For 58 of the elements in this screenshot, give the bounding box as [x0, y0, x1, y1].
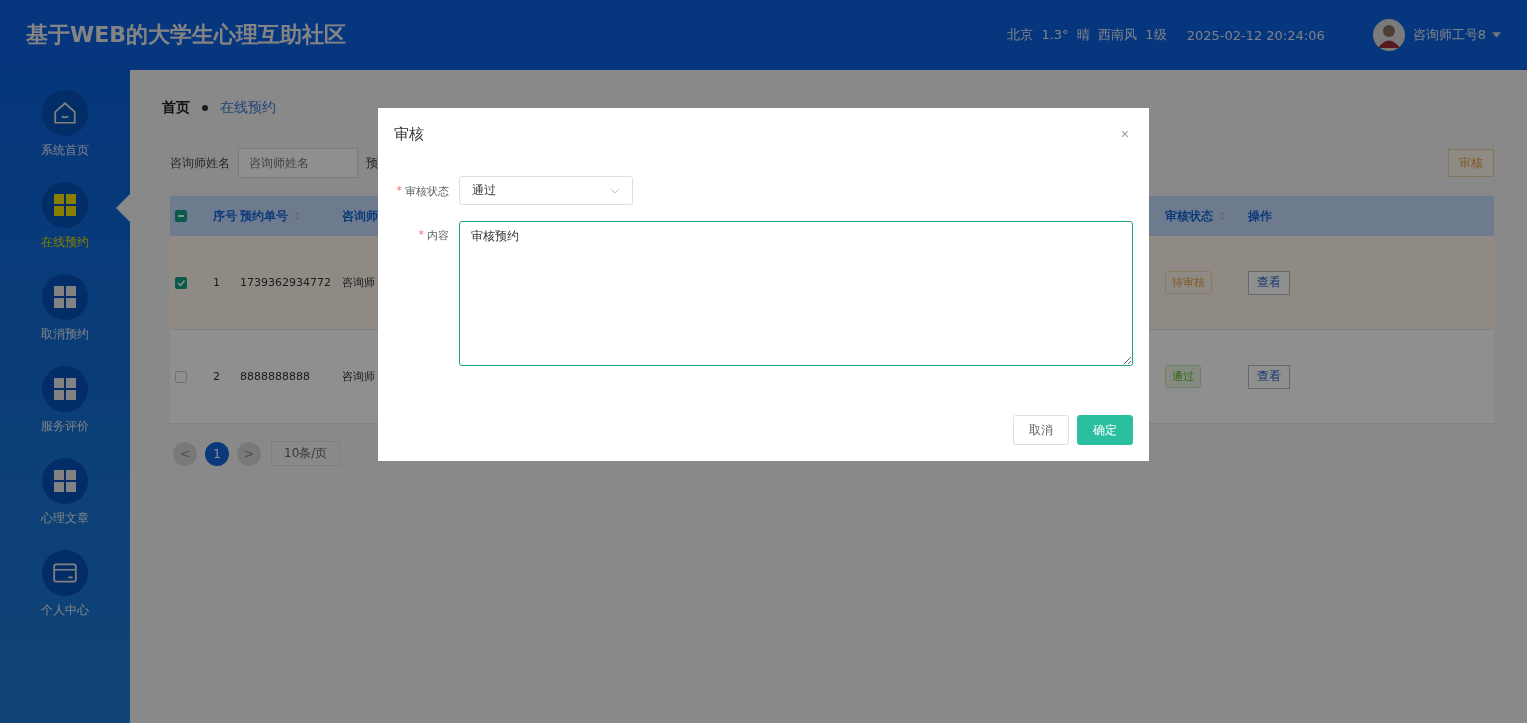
- user-name[interactable]: 咨询师工号8: [1412, 26, 1486, 44]
- table-cell: 咨询师: [342, 369, 375, 384]
- search-label: 咨询师姓名: [170, 154, 230, 172]
- grid-icon: [53, 193, 77, 217]
- field-label: 审核状态: [405, 184, 449, 200]
- page-button[interactable]: 1: [205, 441, 229, 466]
- next-page-button[interactable]: >: [237, 441, 261, 466]
- row-checkbox[interactable]: [175, 276, 187, 289]
- search-field[interactable]: 咨询师姓名: [238, 148, 358, 178]
- cancel-button[interactable]: 取消: [1013, 415, 1069, 445]
- column-header: 操作: [1248, 207, 1272, 225]
- select-all-checkbox[interactable]: [175, 210, 187, 222]
- field-label: 内容: [427, 228, 449, 244]
- row-checkbox[interactable]: [175, 370, 187, 383]
- sidebar-item[interactable]: 系统首页: [0, 90, 130, 182]
- breadcrumb-link[interactable]: 在线预约: [220, 99, 276, 117]
- status-tag: 待审核: [1165, 271, 1212, 294]
- confirm-button[interactable]: 确定: [1077, 415, 1133, 445]
- breadcrumb-link[interactable]: 首页: [162, 99, 190, 117]
- datetime-text: 2025-02-12 20:24:06: [1186, 27, 1325, 43]
- table-cell: 8888888888: [240, 370, 310, 383]
- table-cell: 咨询师: [342, 275, 375, 290]
- close-button[interactable]: ×: [1116, 126, 1133, 142]
- table-cell: 1: [213, 276, 220, 289]
- page-size-select[interactable]: 10条/页: [271, 441, 341, 466]
- status-select[interactable]: 通过: [459, 176, 633, 205]
- review-button[interactable]: 审核: [1448, 149, 1494, 177]
- column-header: 审核状态: [1165, 207, 1213, 225]
- sidebar-item[interactable]: 取消预约: [0, 274, 130, 366]
- grid-icon: [53, 285, 77, 309]
- required-mark: *: [418, 228, 424, 243]
- weather-text: 北京 1.3° 晴 西南风 1级: [1007, 26, 1167, 44]
- content-textarea[interactable]: 审核预约: [459, 221, 1133, 366]
- column-header: 预约单号: [240, 207, 288, 225]
- table-cell: 1739362934772: [240, 276, 331, 289]
- sidebar-item[interactable]: 服务评价: [0, 366, 130, 458]
- card-icon: [52, 560, 78, 586]
- grid-icon: [53, 377, 77, 401]
- status-tag: 通过: [1165, 365, 1201, 388]
- prev-page-button[interactable]: <: [173, 441, 197, 466]
- avatar-icon[interactable]: [1372, 19, 1405, 51]
- table-cell: 2: [213, 370, 220, 383]
- grid-icon: [53, 469, 77, 493]
- caret-icon[interactable]: [1492, 32, 1501, 38]
- site-title: 基于WEB的大学生心理互助社区: [26, 21, 347, 49]
- home-icon: [52, 100, 78, 126]
- column-header: 咨询师: [342, 207, 378, 225]
- column-header: 序号: [213, 207, 237, 225]
- chevron-icon[interactable]: [610, 187, 620, 194]
- dialog-title: 审核: [394, 124, 424, 144]
- active-pointer: [116, 194, 130, 222]
- sidebar-item[interactable]: 心理文章: [0, 458, 130, 550]
- sidebar-item[interactable]: 个人中心: [0, 550, 130, 642]
- view-button[interactable]: 查看: [1248, 270, 1290, 295]
- required-mark: *: [396, 184, 402, 199]
- view-button[interactable]: 查看: [1248, 364, 1290, 389]
- search-label: 预: [366, 154, 378, 172]
- sidebar-item[interactable]: 在线预约: [0, 182, 130, 274]
